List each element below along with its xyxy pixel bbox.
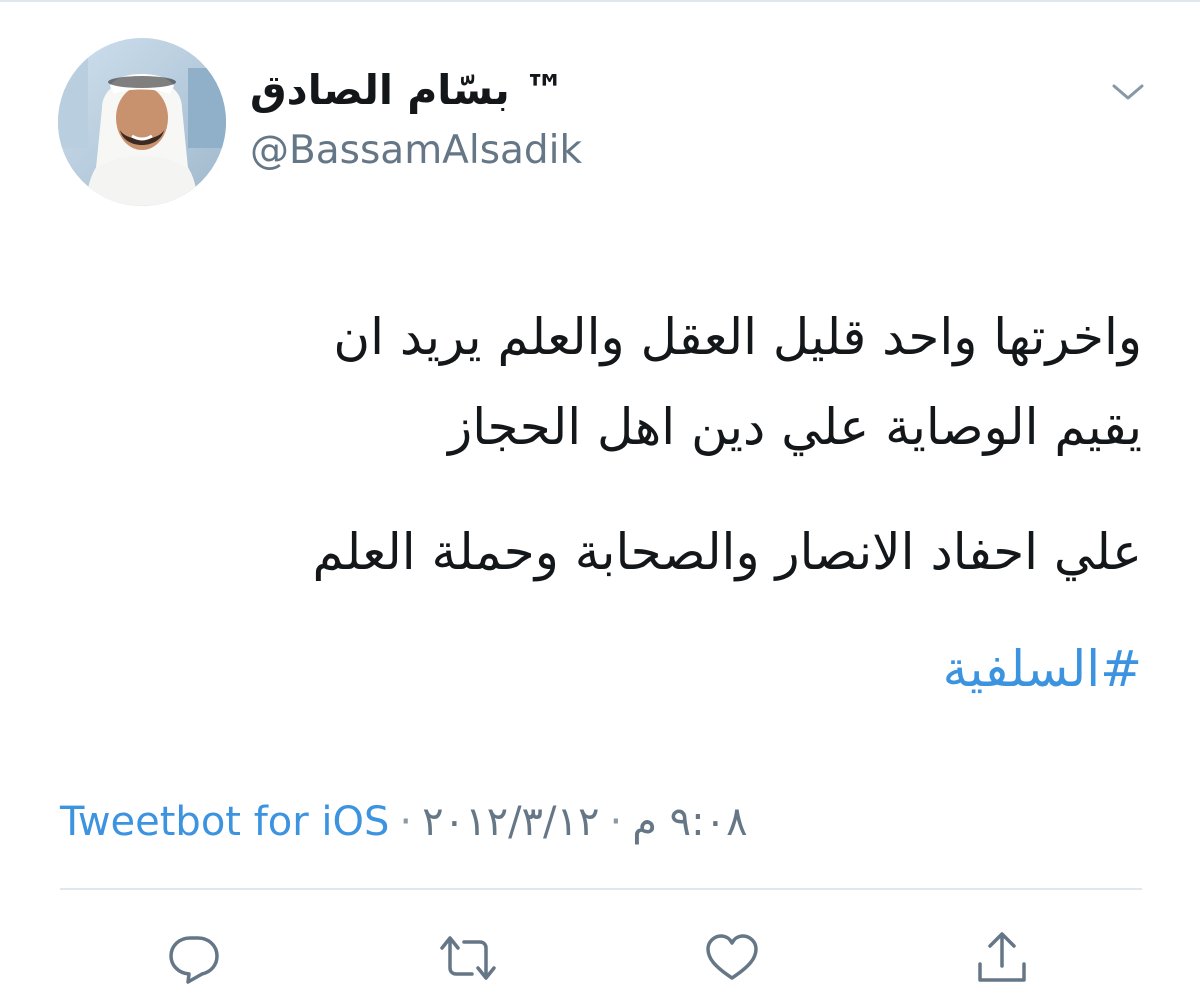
tweet-text-line: يقيم الوصاية علي دين اهل الحجاز [448,398,1142,456]
heart-icon [706,934,758,980]
source-link[interactable]: Tweetbot for iOS [60,794,389,850]
tweet-meta: Tweetbot for iOS · ٢٠١٢/٣/١٢ · ٩:٠٨ م [60,794,748,850]
chevron-down-icon[interactable] [1108,76,1148,106]
display-name[interactable]: بسّام الصادق ™ [250,64,650,116]
user-handle[interactable]: @BassamAlsadik [250,126,582,176]
tweet-text-line: علي احفاد الانصار والصحابة وحملة العلم [312,523,1142,581]
meta-separator: · [399,799,413,845]
top-divider [0,0,1200,2]
tweet-time[interactable]: ٩:٠٨ م [632,794,747,850]
retweet-icon [440,936,496,980]
meta-separator: · [609,799,623,845]
reply-button[interactable] [164,930,224,986]
retweet-button[interactable] [438,930,498,986]
like-button[interactable] [702,930,762,986]
actions-divider [60,888,1142,890]
tweet-date[interactable]: ٢٠١٢/٣/١٢ [422,794,599,850]
reply-icon [169,936,219,984]
avatar[interactable] [58,38,226,206]
share-icon [978,932,1026,982]
avatar-photo [58,38,226,206]
share-button[interactable] [972,930,1032,986]
hashtag-link[interactable]: #السلفية [60,636,1142,702]
tweet-text-line: واخرتها واحد قليل العقل والعلم يريد ان [333,308,1142,366]
